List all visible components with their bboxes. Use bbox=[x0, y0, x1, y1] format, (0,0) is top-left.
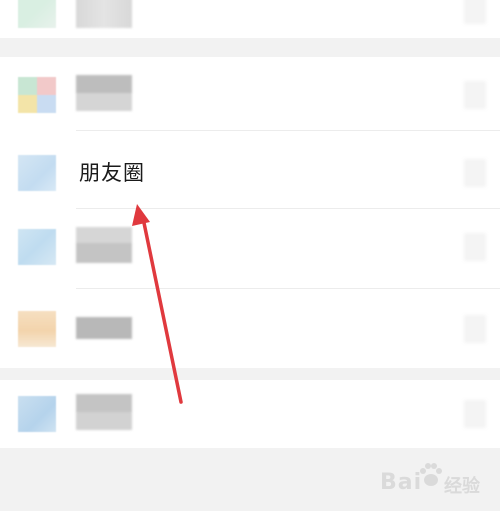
top-menu-group bbox=[0, 0, 500, 38]
chevron-right-icon bbox=[464, 0, 486, 24]
menu-row-blurred-4[interactable] bbox=[0, 384, 500, 442]
divider bbox=[76, 288, 500, 289]
blurred-app-icon bbox=[18, 0, 56, 28]
chevron-right-icon bbox=[464, 400, 486, 428]
settings-screen: 朋友圈 Bai 经验 bbox=[0, 0, 500, 511]
divider bbox=[76, 130, 500, 131]
menu-row-blurred-3[interactable] bbox=[0, 299, 500, 357]
blurred-label bbox=[76, 317, 132, 339]
bottom-menu-group bbox=[0, 380, 500, 448]
divider bbox=[76, 208, 500, 209]
chevron-right-icon bbox=[464, 81, 486, 109]
menu-row-blurred-top[interactable] bbox=[0, 0, 500, 38]
discover-menu-group: 朋友圈 bbox=[0, 57, 500, 368]
paw-icon bbox=[420, 463, 442, 486]
blurred-app-icon bbox=[18, 77, 56, 113]
moments-label: 朋友圈 bbox=[79, 161, 145, 185]
blurred-app-icon bbox=[18, 311, 56, 347]
menu-row-moments[interactable]: 朋友圈 bbox=[0, 143, 500, 201]
menu-row-blurred-1[interactable] bbox=[0, 65, 500, 123]
blurred-app-icon bbox=[18, 229, 56, 265]
chevron-right-icon bbox=[464, 315, 486, 343]
blurred-label bbox=[76, 394, 132, 430]
chevron-right-icon bbox=[464, 233, 486, 261]
menu-row-blurred-2[interactable] bbox=[0, 217, 500, 275]
blurred-app-icon bbox=[18, 396, 56, 432]
moments-icon bbox=[18, 155, 56, 191]
baidu-jingyan-watermark: Bai 经验 bbox=[380, 462, 492, 502]
blurred-label bbox=[76, 75, 132, 111]
watermark-suffix: 经验 bbox=[444, 476, 480, 497]
blurred-label bbox=[76, 227, 132, 263]
blurred-label bbox=[76, 0, 132, 28]
chevron-right-icon bbox=[464, 159, 486, 187]
